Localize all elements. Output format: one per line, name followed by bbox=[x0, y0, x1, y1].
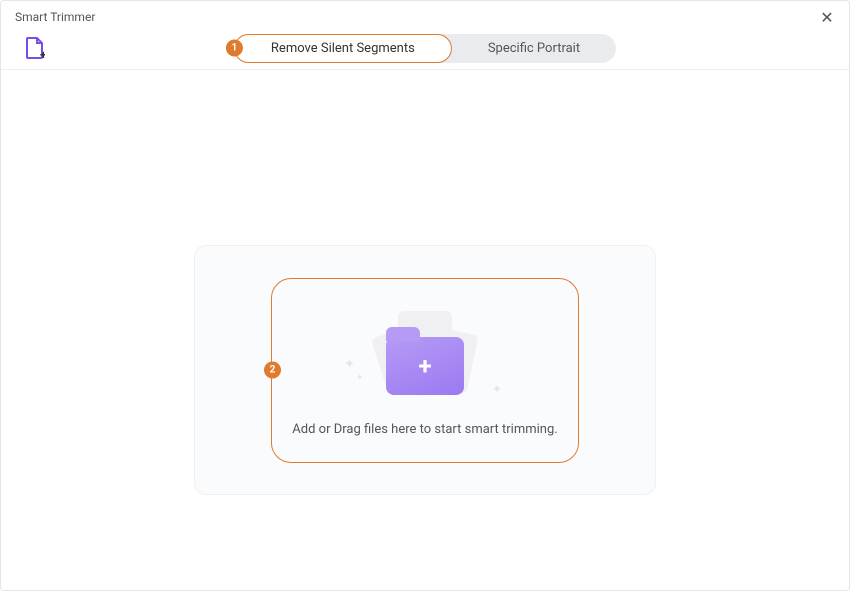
step-badge-2: 2 bbox=[264, 362, 281, 379]
svg-text:+: + bbox=[40, 48, 45, 59]
add-file-icon[interactable]: + bbox=[25, 37, 45, 59]
window-title: Smart Trimmer bbox=[15, 10, 95, 24]
toolbar: + 1 Remove Silent Segments Specific Port… bbox=[1, 31, 849, 70]
smart-trimmer-window: Smart Trimmer ✕ + 1 Remove Silent Segmen… bbox=[0, 0, 850, 591]
close-button[interactable]: ✕ bbox=[817, 7, 837, 27]
close-icon: ✕ bbox=[820, 8, 833, 27]
drop-panel: 2 ✦ ✦ ✦ + Add or Drag files here to star… bbox=[194, 245, 656, 495]
sparkle-icon: ✦ bbox=[492, 382, 502, 396]
file-drop-zone[interactable]: 2 ✦ ✦ ✦ + Add or Drag files here to star… bbox=[271, 278, 579, 463]
tab-specific-portrait[interactable]: Specific Portrait bbox=[452, 34, 616, 63]
plus-icon: + bbox=[418, 354, 431, 378]
drop-instruction-text: Add or Drag files here to start smart tr… bbox=[292, 422, 557, 437]
tab-remove-silent-segments[interactable]: Remove Silent Segments bbox=[234, 34, 452, 63]
main-area: 2 ✦ ✦ ✦ + Add or Drag files here to star… bbox=[1, 70, 849, 590]
folder-icon: + bbox=[386, 337, 464, 395]
step-badge-1: 1 bbox=[226, 40, 243, 57]
mode-tab-group: 1 Remove Silent Segments Specific Portra… bbox=[234, 34, 616, 63]
titlebar: Smart Trimmer ✕ bbox=[1, 1, 849, 31]
sparkle-icon: ✦ bbox=[356, 373, 364, 383]
sparkle-icon: ✦ bbox=[344, 357, 355, 372]
folder-illustration: ✦ ✦ ✦ + bbox=[360, 309, 490, 404]
